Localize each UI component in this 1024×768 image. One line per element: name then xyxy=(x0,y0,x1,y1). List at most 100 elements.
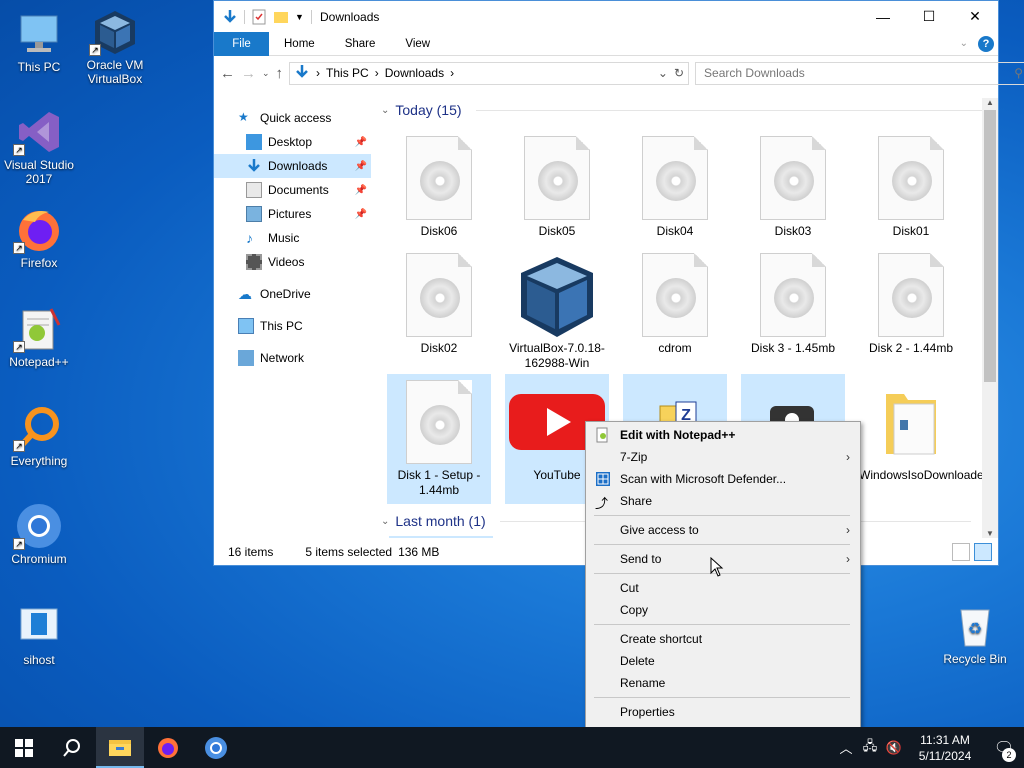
notifications-button[interactable]: 🗨 2 xyxy=(984,738,1024,762)
nav-item-network[interactable]: Network xyxy=(214,346,371,370)
nav-item-desktop[interactable]: Desktop 📌 xyxy=(214,130,371,154)
chromium-icon: ↗ xyxy=(13,502,63,550)
chevron-down-icon[interactable]: ▼ xyxy=(295,9,305,25)
menu-item-rename[interactable]: Rename xyxy=(586,672,860,694)
share-icon: ⤴ xyxy=(595,496,609,511)
desktop-icon-label: Chromium xyxy=(11,552,67,566)
selection-count: 5 items selected xyxy=(305,545,393,559)
nav-item-music[interactable]: ♪ Music xyxy=(214,226,371,250)
desktop-icon-notepadpp[interactable]: ↗ Notepad++ xyxy=(0,305,78,369)
nav-item-documents[interactable]: Documents 📌 xyxy=(214,178,371,202)
taskbar-chromium[interactable] xyxy=(192,727,240,768)
disc-image-icon xyxy=(406,253,472,337)
refresh-icon[interactable]: ↻ xyxy=(674,66,684,80)
forward-button[interactable]: → xyxy=(241,65,256,82)
file-tile[interactable]: Disk04 xyxy=(623,130,727,260)
close-button[interactable]: ✕ xyxy=(952,1,998,32)
file-tile[interactable]: Disk05 xyxy=(505,130,609,260)
start-button[interactable] xyxy=(0,727,48,768)
pin-icon: 📌 xyxy=(354,136,367,148)
clock[interactable]: 11:31 AM 5/11/2024 xyxy=(906,732,984,764)
desktop-icon-this-pc[interactable]: This PC xyxy=(0,10,78,74)
file-tile[interactable]: Disk03 xyxy=(741,130,845,260)
new-folder-icon[interactable] xyxy=(273,9,289,25)
file-tile[interactable]: Disk06 xyxy=(387,130,491,260)
menu-item-copy[interactable]: Copy xyxy=(586,599,860,621)
desktop-icon-sihost[interactable]: sihost xyxy=(0,603,78,667)
file-tile[interactable]: cdrom xyxy=(623,247,727,377)
desktop-icon-chromium[interactable]: ↗ Chromium xyxy=(0,502,78,566)
address-dropdown-icon[interactable]: ⌄ xyxy=(658,66,668,80)
virtualbox-installer-icon xyxy=(521,253,593,337)
menu-item-share[interactable]: ⤴ Share xyxy=(586,490,860,512)
tab-file[interactable]: File xyxy=(214,31,269,56)
shortcut-arrow-icon: ↗ xyxy=(13,341,25,353)
nav-item-quick-access[interactable]: ★ Quick access xyxy=(214,106,371,130)
breadcrumb-downloads[interactable]: Downloads xyxy=(385,66,444,80)
scrollbar-thumb[interactable] xyxy=(984,110,996,382)
desktop-icon-recycle-bin[interactable]: ♻ Recycle Bin xyxy=(936,602,1014,666)
expand-ribbon-icon[interactable]: ⌄ xyxy=(960,38,968,49)
show-hidden-icons-button[interactable]: ︿ xyxy=(834,738,858,757)
back-button[interactable]: ← xyxy=(220,65,235,82)
desktop-icon-virtualbox[interactable]: ↗ Oracle VM VirtualBox xyxy=(76,8,154,86)
nav-item-pictures[interactable]: Pictures 📌 xyxy=(214,202,371,226)
nav-item-this-pc[interactable]: This PC xyxy=(214,314,371,338)
tab-share[interactable]: Share xyxy=(330,32,391,56)
taskbar-file-explorer[interactable] xyxy=(96,727,144,768)
menu-item-create-shortcut[interactable]: Create shortcut xyxy=(586,628,860,650)
chevron-right-icon[interactable]: › xyxy=(375,66,379,80)
file-tile-selected[interactable]: Disk 1 - Setup - 1.44mb xyxy=(387,374,491,504)
file-tile[interactable]: VirtualBox-7.0.18-162988-Win xyxy=(505,247,609,377)
nav-item-onedrive[interactable]: ☁ OneDrive xyxy=(214,282,371,306)
cloud-icon: ☁ xyxy=(238,286,252,302)
network-icon[interactable]: 🖧 xyxy=(858,737,882,759)
file-tile[interactable]: Disk 2 - 1.44mb xyxy=(859,247,963,377)
desktop-icon-everything[interactable]: ↗ Everything xyxy=(0,404,78,468)
menu-item-properties[interactable]: Properties xyxy=(586,701,860,723)
disc-image-icon xyxy=(760,253,826,337)
menu-item-scan-defender[interactable]: Scan with Microsoft Defender... xyxy=(586,468,860,490)
maximize-button[interactable]: ☐ xyxy=(906,1,952,32)
search-input[interactable]: Search Downloads ⚲ xyxy=(695,61,1024,85)
menu-item-cut[interactable]: Cut xyxy=(586,577,860,599)
up-button[interactable]: ↑ xyxy=(276,65,284,82)
details-view-button[interactable] xyxy=(952,543,970,561)
tab-home[interactable]: Home xyxy=(269,32,330,56)
breadcrumb-this-pc[interactable]: This PC xyxy=(326,66,369,80)
menu-item-edit-notepadpp[interactable]: Edit with Notepad++ xyxy=(586,424,860,446)
desktop-icon-visual-studio[interactable]: ↗ Visual Studio 2017 xyxy=(0,108,78,186)
address-row: ← → ⌄ ↑ › This PC › Downloads › ⌄ ↻ Sear… xyxy=(214,56,1024,90)
large-icons-view-button[interactable] xyxy=(974,543,992,561)
volume-muted-icon[interactable]: 🔇 xyxy=(882,740,906,756)
file-tile[interactable]: Disk01 xyxy=(859,130,963,260)
downloads-folder-icon xyxy=(294,64,310,83)
nav-item-downloads[interactable]: Downloads 📌 xyxy=(214,154,371,178)
documents-folder-icon xyxy=(246,182,262,198)
menu-item-delete[interactable]: Delete xyxy=(586,650,860,672)
tab-view[interactable]: View xyxy=(390,32,445,56)
address-bar[interactable]: › This PC › Downloads › ⌄ ↻ xyxy=(289,61,690,85)
disc-image-icon xyxy=(524,136,590,220)
file-tile[interactable]: WindowsIsoDownloader xyxy=(859,374,984,504)
minimize-button[interactable]: — xyxy=(860,1,906,32)
menu-item-give-access[interactable]: Give access to › xyxy=(586,519,860,541)
everything-icon: ↗ xyxy=(13,404,63,452)
recent-locations-button[interactable]: ⌄ xyxy=(262,68,270,79)
nav-item-videos[interactable]: Videos xyxy=(214,250,371,274)
help-icon[interactable]: ? xyxy=(978,35,994,52)
file-tile[interactable]: Disk 3 - 1.45mb xyxy=(741,247,845,377)
file-tile[interactable]: Disk02 xyxy=(387,247,491,377)
down-arrow-icon[interactable] xyxy=(222,9,238,25)
properties-icon[interactable] xyxy=(251,9,267,25)
vertical-scrollbar[interactable]: ▲ ▼ xyxy=(982,98,998,538)
chevron-right-icon[interactable]: › xyxy=(316,66,320,80)
taskbar-firefox[interactable] xyxy=(144,727,192,768)
file-tile-partial[interactable] xyxy=(389,536,493,538)
search-button[interactable] xyxy=(48,727,96,768)
group-header-today[interactable]: ⌄ Today (15) xyxy=(377,98,984,122)
folder-icon xyxy=(878,380,944,464)
desktop-icon-firefox[interactable]: ↗ Firefox xyxy=(0,206,78,270)
chevron-right-icon[interactable]: › xyxy=(450,66,454,80)
menu-item-7zip[interactable]: 7-Zip › xyxy=(586,446,860,468)
